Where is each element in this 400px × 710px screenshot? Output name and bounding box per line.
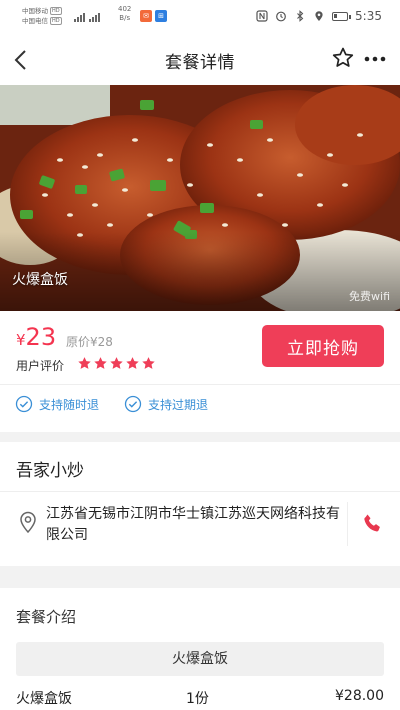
status-bar: 中国移动 HD 中国电信 HD 402 B/s ✉ ⊞ 5:35 — [0, 0, 400, 34]
carrier-1: 中国移动 — [22, 7, 48, 15]
star-icon — [110, 357, 123, 369]
merchant-address[interactable]: 江苏省无锡市江阴市华士镇江苏巡天网络科技有限公司 — [46, 504, 342, 546]
bluetooth-icon — [297, 10, 304, 22]
notification-app-icon: ✉ — [140, 10, 152, 22]
divider — [347, 502, 348, 546]
star-icon — [142, 357, 155, 369]
buy-now-button[interactable]: 立即抢购 — [262, 325, 384, 367]
hd-badge: HD — [50, 7, 62, 15]
battery-icon — [332, 11, 352, 21]
clock: 5:35 — [355, 9, 382, 23]
divider — [0, 491, 400, 492]
package-intro-section: 套餐介绍 火爆盒饭 火爆盒饭 1份 ¥28.00 — [0, 588, 400, 710]
merchant-name[interactable]: 吾家小炒 — [16, 456, 84, 481]
star-icon — [126, 357, 139, 369]
guarantee-label: 支持随时退 — [39, 397, 100, 412]
star-icon — [94, 357, 107, 369]
check-circle-icon — [124, 395, 142, 413]
carrier-info: 中国移动 HD 中国电信 HD — [22, 6, 62, 26]
guarantee-refund-expired: 支持过期退 — [124, 395, 208, 413]
check-circle-icon — [15, 395, 33, 413]
star-outline-icon[interactable] — [330, 45, 356, 71]
signal-icon — [74, 10, 100, 22]
location-pin-icon — [20, 511, 36, 534]
guarantee-refund-anytime: 支持随时退 — [15, 395, 99, 413]
alarm-icon — [276, 11, 286, 22]
dish-photo: 火爆盒饭 免费wifi — [0, 85, 400, 311]
divider — [0, 384, 400, 385]
rating-label: 用户评价 — [16, 359, 65, 373]
phone-icon[interactable] — [362, 512, 384, 534]
original-price: 原价¥28 — [66, 335, 113, 349]
package-item-price: ¥28.00 — [335, 688, 384, 704]
nfc-icon — [256, 10, 268, 22]
price-section: ¥ 23 原价¥28 用户评价 立即抢购 支持随时退 支持过期退 — [0, 311, 400, 432]
carrier-2: 中国电信 — [22, 17, 48, 25]
package-group-header: 火爆盒饭 — [16, 642, 384, 676]
package-item-name: 火爆盒饭 — [16, 691, 72, 707]
guarantee-label: 支持过期退 — [148, 397, 209, 412]
network-speed: 402 B/s — [118, 5, 132, 22]
hd-badge: HD — [50, 17, 62, 25]
notification-app-icon: ⊞ — [155, 10, 167, 22]
dish-name-overlay: 火爆盒饭 — [12, 272, 68, 288]
current-price: ¥ 23 — [16, 323, 56, 351]
nav-bar: 套餐详情 — [0, 34, 400, 85]
price-value: 23 — [25, 323, 57, 351]
status-icons: 5:35 — [256, 9, 382, 23]
rating-stars — [77, 356, 156, 371]
package-item-qty: 1份 — [186, 691, 209, 707]
more-dots-icon[interactable] — [362, 46, 388, 72]
location-icon — [315, 11, 323, 21]
wifi-tag: 免费wifi — [349, 290, 390, 303]
section-title: 套餐介绍 — [16, 608, 77, 626]
star-icon — [78, 357, 91, 369]
merchant-section: 吾家小炒 江苏省无锡市江阴市华士镇江苏巡天网络科技有限公司 — [0, 442, 400, 566]
currency-symbol: ¥ — [16, 331, 26, 349]
